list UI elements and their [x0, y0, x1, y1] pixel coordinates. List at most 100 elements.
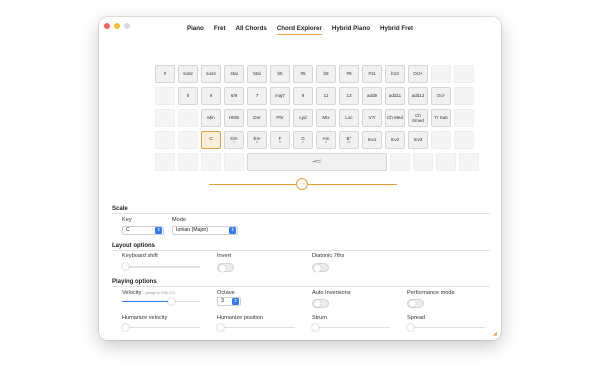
auto-inversions-toggle[interactable]: [312, 298, 329, 308]
tab-chord-explorer[interactable]: Chord Explorer: [276, 25, 322, 35]
mode-select[interactable]: Ionian (Major) ⇕: [172, 225, 238, 235]
spread-slider[interactable]: [407, 323, 485, 331]
pad-oct-down[interactable]: Oct-: [431, 87, 451, 105]
pad-5[interactable]: 5: [178, 87, 198, 105]
pad-ch-med[interactable]: Ch Med: [385, 109, 405, 127]
pad-degree-3[interactable]: Em iii: [247, 131, 267, 149]
slider-thumb[interactable]: [167, 297, 175, 305]
pad-b5[interactable]: b5: [270, 65, 290, 83]
slider-thumb[interactable]: [217, 323, 224, 331]
pad-degree-4[interactable]: F IV: [270, 131, 290, 149]
playing-section-title: Playing options: [112, 279, 157, 285]
pad-tr-sub[interactable]: Tr Sub: [431, 109, 451, 127]
pad-empty: [431, 131, 451, 149]
invert-toggle[interactable]: [217, 263, 234, 272]
pad-lyd[interactable]: Lyd: [293, 109, 313, 127]
pad-roman-numeral: V: [301, 139, 304, 144]
pad-ch-smed[interactable]: Ch Smed: [408, 109, 428, 127]
humanize-position-slider[interactable]: [217, 323, 295, 331]
strum-slider[interactable]: [312, 323, 390, 331]
velocity-slider[interactable]: [122, 297, 200, 305]
pad-min[interactable]: Min: [201, 109, 221, 127]
pad-row-modes: Min HMin Dor Phr Lyd Mix Loc V7/ Ch Med …: [155, 109, 490, 127]
octave-stepper[interactable]: 3 ⇕: [217, 296, 241, 306]
humanize-position-label: Humanize position: [217, 314, 264, 321]
resize-grip-icon[interactable]: ◢: [493, 332, 498, 337]
pad-13[interactable]: 13: [339, 87, 359, 105]
pad-maj7[interactable]: maj7: [270, 87, 290, 105]
pad-degree-2[interactable]: Dm ii: [224, 131, 244, 149]
pad-degree-7[interactable]: B° vii°: [339, 131, 359, 149]
pad-hmin[interactable]: HMin: [224, 109, 244, 127]
pad-empty: [436, 153, 456, 171]
pad-6-9[interactable]: 6/9: [224, 87, 244, 105]
pad-v7[interactable]: V7/: [362, 109, 382, 127]
pad-add9[interactable]: add9: [362, 87, 382, 105]
pad-sus4[interactable]: sus4: [201, 65, 221, 83]
velocity-hint: (assign to MIDI CC): [145, 290, 176, 295]
pad-roman-numeral: vi: [324, 139, 328, 144]
slider-thumb[interactable]: [122, 323, 129, 331]
pad-inv2[interactable]: Inv2: [385, 131, 405, 149]
diatonic-7ths-label: Diatonic 7ths: [312, 253, 345, 259]
scale-section-title: Scale: [112, 206, 128, 212]
pad-inv1[interactable]: Inv1: [362, 131, 382, 149]
pad-sharp[interactable]: #: [155, 65, 175, 83]
keyboard-shift-slider[interactable]: [122, 263, 200, 270]
sustain-pedal-pad[interactable]: 𝆒: [247, 153, 387, 171]
pad-dor[interactable]: Dor: [247, 109, 267, 127]
pad-inv3[interactable]: Inv3: [408, 131, 428, 149]
pad-empty: [155, 109, 175, 127]
pad-6[interactable]: 6: [201, 87, 221, 105]
pad-row-sustain: 𝆒: [155, 153, 490, 171]
slider-thumb[interactable]: [122, 263, 129, 270]
pad-empty: [459, 153, 479, 171]
pad-row-degrees: C I Dm ii Em iii F IV G V Am vi B° vii° …: [155, 131, 490, 149]
pad-11[interactable]: 11: [316, 87, 336, 105]
pad-loc[interactable]: Loc: [339, 109, 359, 127]
keyboard-shift-label: Keyboard shift: [122, 253, 158, 259]
humanize-velocity-slider[interactable]: [122, 323, 200, 331]
pad-sharp5[interactable]: #5: [293, 65, 313, 83]
pad-oct-up[interactable]: Oct+: [408, 65, 428, 83]
pad-row-chord-types: 5 6 6/9 7 maj7 9 11 13 add9 add11 add13 …: [155, 87, 490, 105]
tab-fret[interactable]: Fret: [214, 25, 226, 35]
pad-degree-6[interactable]: Am vi: [316, 131, 336, 149]
mode-label: Mode: [172, 216, 186, 223]
tab-hybrid-piano[interactable]: Hybrid Piano: [332, 25, 370, 35]
pad-4tal[interactable]: 4tal: [224, 65, 244, 83]
tab-piano[interactable]: Piano: [187, 25, 204, 35]
pad-b13[interactable]: b13: [385, 65, 405, 83]
pad-sus2[interactable]: sus2: [178, 65, 198, 83]
tab-hybrid-fret[interactable]: Hybrid Fret: [380, 25, 413, 35]
pad-empty: [178, 131, 198, 149]
pad-empty: [155, 131, 175, 149]
slider-thumb[interactable]: [312, 323, 319, 331]
pad-5tal[interactable]: 5tal: [247, 65, 267, 83]
performance-mode-toggle[interactable]: [407, 298, 424, 308]
slider-thumb[interactable]: [407, 323, 414, 331]
key-select[interactable]: C ⇕: [122, 225, 164, 235]
tab-all-chords[interactable]: All Chords: [236, 25, 267, 35]
pad-empty: [224, 153, 244, 171]
pad-scroll-handle[interactable]: ⋯: [296, 178, 308, 190]
diatonic-7ths-toggle[interactable]: [312, 263, 329, 272]
pad-9[interactable]: 9: [293, 87, 313, 105]
pad-sharp11[interactable]: #11: [362, 65, 382, 83]
octave-label: Octave: [217, 289, 235, 296]
settings-panel: Scale Key C ⇕ Mode Ionian (Major) ⇕ Layo…: [112, 206, 490, 340]
pad-degree-5[interactable]: G V: [293, 131, 313, 149]
pad-empty: [431, 65, 451, 83]
pad-7[interactable]: 7: [247, 87, 267, 105]
pad-sharp9[interactable]: #9: [339, 65, 359, 83]
strum-label: Strum: [312, 314, 327, 321]
pad-add13[interactable]: add13: [408, 87, 428, 105]
pad-degree-1[interactable]: C I: [201, 131, 221, 149]
pad-b9[interactable]: b9: [316, 65, 336, 83]
pad-empty: [413, 153, 433, 171]
pad-phr[interactable]: Phr: [270, 109, 290, 127]
pad-mix[interactable]: Mix: [316, 109, 336, 127]
pad-roman-numeral: vii°: [346, 139, 352, 144]
pad-add11[interactable]: add11: [385, 87, 405, 105]
mode-select-value: Ionian (Major): [176, 227, 209, 233]
